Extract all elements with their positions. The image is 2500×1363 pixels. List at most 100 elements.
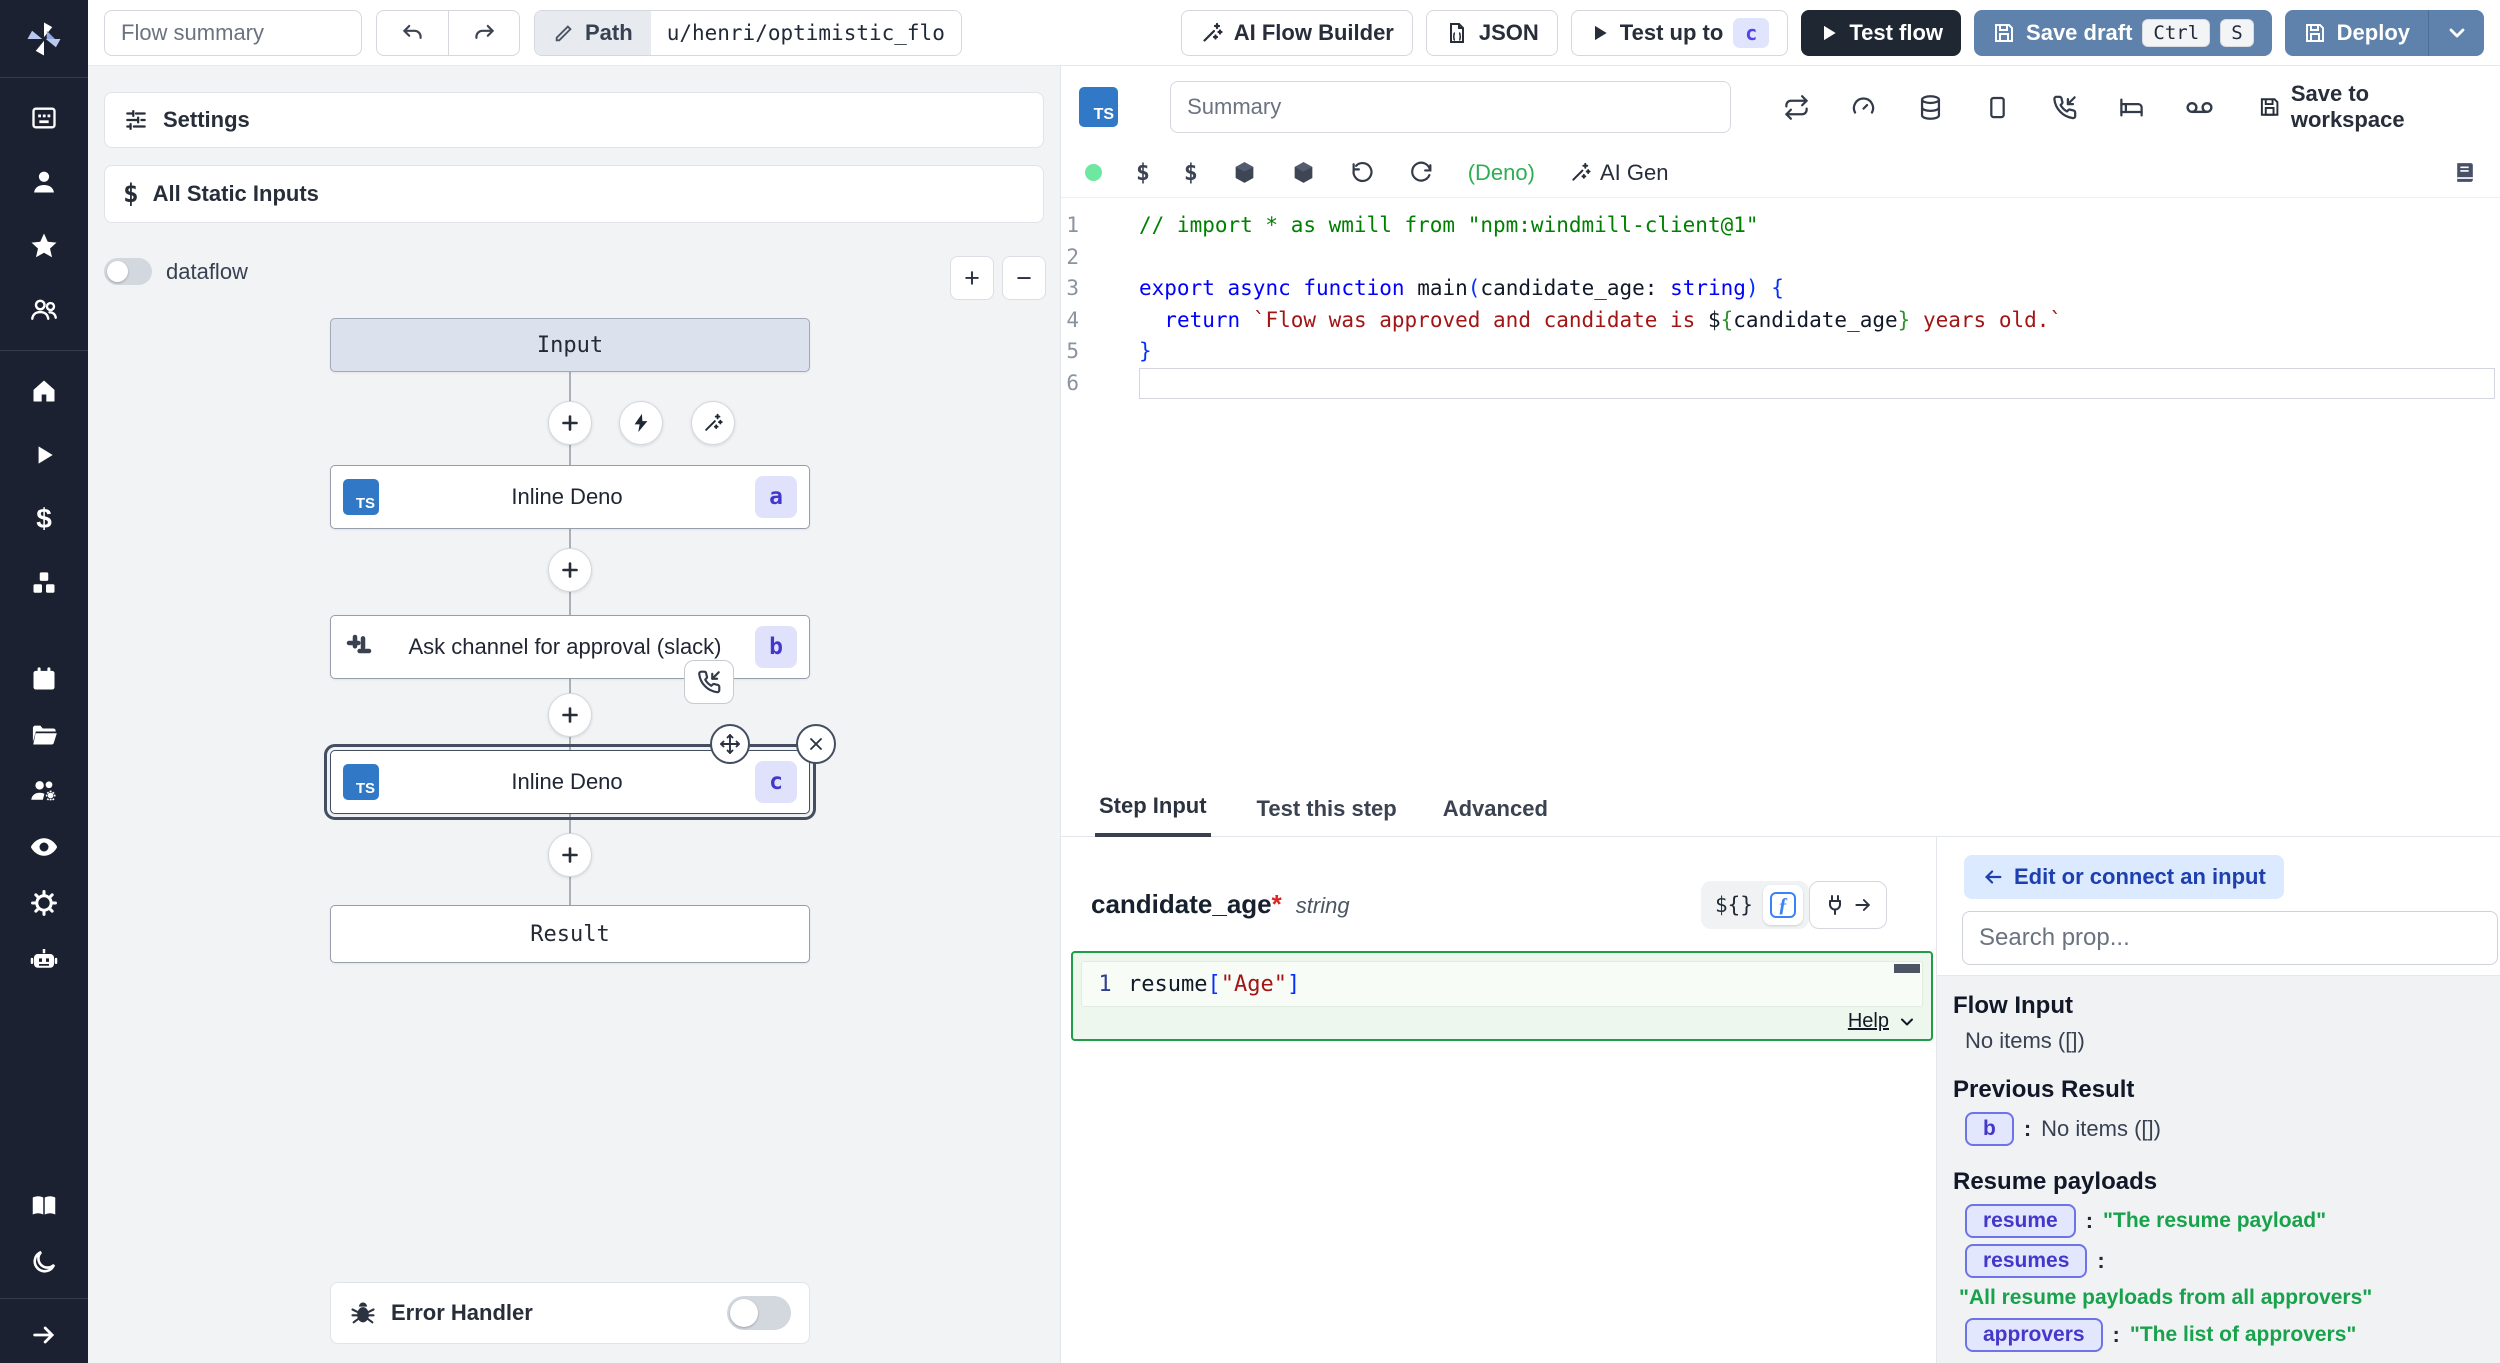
settings-gear-icon[interactable]: [0, 875, 88, 931]
kbd-ctrl: Ctrl: [2142, 19, 2210, 47]
package-icon[interactable]: [1291, 160, 1316, 185]
connect-input-button[interactable]: [1809, 881, 1887, 929]
sleep-bed-icon[interactable]: [2118, 94, 2145, 121]
dollar-icon[interactable]: $: [0, 487, 88, 551]
flow-node-input[interactable]: Input: [330, 318, 810, 372]
flow-node-result[interactable]: Result: [330, 905, 810, 963]
code-editor[interactable]: 123456 // import * as wmill from "npm:wi…: [1061, 198, 2500, 780]
all-static-inputs-row[interactable]: $ All Static Inputs: [104, 165, 1044, 223]
users-cog-icon[interactable]: [0, 763, 88, 819]
play-icon: [1819, 23, 1839, 43]
folder-icon[interactable]: [0, 707, 88, 763]
flow-summary-input[interactable]: [104, 10, 362, 56]
cache-database-icon[interactable]: [1917, 94, 1944, 121]
previous-result-title: Previous Result: [1953, 1076, 2485, 1104]
ai-gen-button[interactable]: AI Gen: [1569, 160, 1668, 186]
save-draft-button[interactable]: Save draft Ctrl S: [1974, 10, 2272, 56]
move-step-button[interactable]: [710, 724, 750, 764]
expr-help[interactable]: Help: [1848, 1010, 1917, 1033]
calendar-icon[interactable]: [0, 651, 88, 707]
error-handler-toggle[interactable]: [727, 1296, 791, 1330]
zoom-out-button[interactable]: −: [1002, 256, 1046, 300]
package-icon[interactable]: [1232, 160, 1257, 185]
dataflow-label: dataflow: [166, 259, 248, 285]
save-to-workspace-button[interactable]: Save to workspace: [2258, 81, 2483, 133]
flow-node-b[interactable]: Ask channel for approval (slack) b: [330, 615, 810, 679]
expression-editor[interactable]: 1 resume["Age"] Help: [1071, 951, 1933, 1041]
suspend-phone-icon[interactable]: [2051, 94, 2078, 121]
library-icon[interactable]: [2452, 160, 2477, 185]
book-icon[interactable]: [0, 1178, 88, 1234]
test-flow-button[interactable]: Test flow: [1801, 10, 1961, 56]
add-step-button[interactable]: [548, 401, 592, 445]
assets-icon[interactable]: $: [1136, 160, 1150, 186]
ai-add-step-button[interactable]: [691, 401, 735, 445]
users-icon[interactable]: [0, 278, 88, 342]
error-handler-row[interactable]: Error Handler: [330, 1282, 810, 1344]
star-icon[interactable]: [0, 214, 88, 278]
deploy-more-button[interactable]: [2428, 10, 2484, 56]
arrow-right-icon: [1853, 895, 1873, 915]
redo-button[interactable]: [448, 11, 519, 55]
mock-icon[interactable]: [1984, 94, 2011, 121]
required-mark: *: [1272, 889, 1282, 919]
step-id-badge: c: [755, 761, 797, 803]
reset-icon[interactable]: [1350, 160, 1375, 185]
home-icon[interactable]: [0, 359, 88, 423]
robot-icon[interactable]: [0, 931, 88, 987]
flow-input-title: Flow Input: [1953, 992, 2485, 1020]
add-step-button[interactable]: [548, 693, 592, 737]
prop-key-resume[interactable]: resume: [1965, 1204, 2076, 1238]
prop-key-b[interactable]: b: [1965, 1112, 2014, 1146]
user-icon[interactable]: [0, 150, 88, 214]
tab-advanced[interactable]: Advanced: [1443, 796, 1548, 836]
step-summary-input[interactable]: [1170, 81, 1730, 133]
moon-icon[interactable]: [0, 1234, 88, 1290]
play-icon[interactable]: [0, 423, 88, 487]
path-value[interactable]: u/henri/optimistic_flo: [651, 11, 961, 55]
flow-settings-row[interactable]: Settings: [104, 92, 1044, 148]
tab-test-this-step[interactable]: Test this step: [1257, 796, 1397, 836]
windmill-logo[interactable]: [0, 0, 88, 78]
variables-icon[interactable]: $: [1184, 160, 1198, 186]
chevron-down-icon: [2445, 21, 2469, 45]
delete-step-button[interactable]: [796, 724, 836, 764]
path-field[interactable]: Path u/henri/optimistic_flo: [534, 10, 962, 56]
expr-scrollbar[interactable]: [1894, 964, 1920, 973]
function-mode-button[interactable]: ƒ: [1763, 885, 1803, 925]
plus-icon: [558, 558, 582, 582]
retry-icon[interactable]: [1783, 94, 1810, 121]
tab-step-input[interactable]: Step Input: [1095, 793, 1211, 837]
timeout-gauge-icon[interactable]: [1850, 94, 1877, 121]
add-step-button[interactable]: [548, 548, 592, 592]
edit-or-connect-button[interactable]: Edit or connect an input: [1964, 855, 2284, 899]
dataflow-toggle[interactable]: [104, 258, 152, 285]
step-header: TS: [1061, 66, 2500, 148]
prop-key-resumes[interactable]: resumes: [1965, 1244, 2087, 1278]
flow-node-a[interactable]: TS Inline Deno a: [330, 465, 810, 529]
collapse-arrow-icon[interactable]: [0, 1307, 88, 1363]
json-button[interactable]: JSON: [1426, 10, 1558, 56]
phone-incoming-icon: [696, 669, 722, 695]
refresh-icon[interactable]: [1409, 160, 1434, 185]
boxes-icon[interactable]: [0, 551, 88, 615]
app-window-icon[interactable]: [0, 86, 88, 150]
suspend-approval-badge[interactable]: [684, 660, 734, 704]
expression-line[interactable]: 1 resume["Age"]: [1081, 961, 1923, 1007]
add-trigger-button[interactable]: [619, 401, 663, 445]
wand-icon: [1569, 161, 1592, 184]
eye-icon[interactable]: [0, 819, 88, 875]
prop-key-approvers[interactable]: approvers: [1965, 1318, 2103, 1352]
add-step-button[interactable]: [548, 833, 592, 877]
search-prop-input[interactable]: [1962, 911, 2498, 965]
test-up-to-button[interactable]: Test up to c: [1571, 10, 1789, 56]
undo-button[interactable]: [377, 11, 448, 55]
undo-redo-group: [376, 10, 520, 56]
ai-flow-builder-button[interactable]: AI Flow Builder: [1181, 10, 1413, 56]
deploy-button[interactable]: Deploy: [2285, 10, 2428, 56]
zoom-in-button[interactable]: +: [950, 256, 994, 300]
template-mode-button[interactable]: ${}: [1715, 893, 1753, 917]
close-icon: [806, 734, 826, 754]
voicemail-icon[interactable]: [2185, 93, 2214, 122]
language-label[interactable]: (Deno): [1468, 160, 1535, 186]
